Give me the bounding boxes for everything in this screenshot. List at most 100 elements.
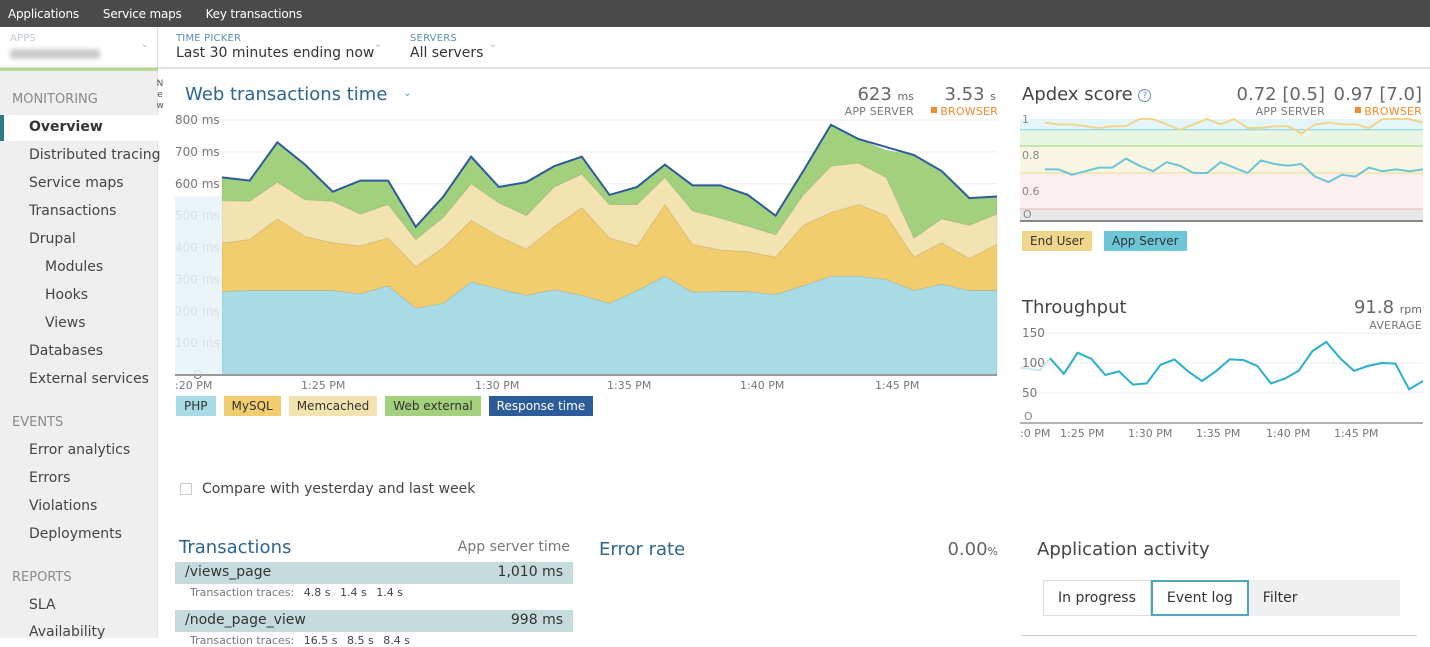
trace-link[interactable]: 8.4 s xyxy=(383,634,410,647)
web-transactions-legend: PHP MySQL Memcached Web external Respons… xyxy=(176,396,594,416)
trace-link[interactable]: 4.8 s xyxy=(304,586,331,599)
throughput-metric: 91.8 rpm xyxy=(1330,297,1422,318)
sidebar-section-reports: REPORTS xyxy=(12,570,72,585)
help-icon[interactable]: ? xyxy=(1138,89,1152,102)
top-nav: Applications Service maps Key transactio… xyxy=(0,0,1430,27)
trace-link[interactable]: 1.4 s xyxy=(376,586,403,599)
x-tick-label: 1:35 PM xyxy=(607,379,651,392)
nav-service-maps[interactable]: Service maps xyxy=(103,7,182,21)
legend-memcached[interactable]: Memcached xyxy=(288,396,378,416)
apps-picker[interactable]: APPS ⌄ xyxy=(0,27,158,71)
sidebar-item-overview[interactable]: Overview xyxy=(29,119,103,135)
transaction-traces: Transaction traces: 4.8 s 1.4 s 1.4 s xyxy=(190,586,403,599)
error-rate-unit: % xyxy=(987,545,998,558)
x-tick-label: 1:40 PM xyxy=(1266,427,1310,440)
servers-picker-value: All servers xyxy=(410,45,484,61)
legend-response-time[interactable]: Response time xyxy=(488,396,594,416)
chevron-down-icon: ⌄ xyxy=(140,39,149,50)
transaction-name: /views_page xyxy=(185,564,272,580)
sidebar-item-external-services[interactable]: External services xyxy=(29,371,149,387)
throughput-title: Throughput xyxy=(1022,297,1127,318)
app-server-time-value: 623 xyxy=(857,84,892,105)
sidebar-section-monitoring: MONITORING xyxy=(12,92,98,107)
legend-app-server[interactable]: App Server xyxy=(1103,231,1187,251)
web-transactions-chart[interactable]: O100 ms200 ms300 ms400 ms500 ms600 ms700… xyxy=(175,112,1000,392)
sidebar-item-views[interactable]: Views xyxy=(45,315,86,331)
trace-link[interactable]: 8.5 s xyxy=(347,634,374,647)
band-good xyxy=(1020,129,1423,146)
y-tick-label: 0.6 xyxy=(1022,185,1040,198)
transactions-column-header: App server time xyxy=(457,539,570,555)
sidebar-item-distributed-tracing[interactable]: Distributed tracing xyxy=(29,147,160,163)
new-badge-letter: w xyxy=(156,101,164,111)
sidebar-item-deployments[interactable]: Deployments xyxy=(29,526,122,542)
picker-bar: APPS ⌄ TIME PICKER Last 30 minutes endin… xyxy=(0,27,1430,71)
compare-checkbox[interactable] xyxy=(180,483,192,495)
sidebar-item-transactions[interactable]: Transactions xyxy=(29,203,116,219)
apps-picker-value-redacted xyxy=(10,49,100,59)
traces-label: Transaction traces: xyxy=(190,634,295,647)
browser-color-square xyxy=(1355,107,1362,113)
time-picker[interactable]: TIME PICKER Last 30 minutes ending now ⌄ xyxy=(166,27,390,69)
time-picker-value: Last 30 minutes ending now xyxy=(176,45,375,61)
throughput-chart[interactable]: 15010050O:0 PM 1:25 PM 1:30 PM 1:35 PM 1:40 … xyxy=(1020,326,1425,441)
transactions-title[interactable]: Transactions xyxy=(179,537,291,558)
transaction-time: 998 ms xyxy=(510,612,563,628)
web-transactions-title-text: Web transactions time xyxy=(185,84,388,105)
app-server-time-unit: ms xyxy=(897,90,914,103)
error-rate-title[interactable]: Error rate xyxy=(599,539,685,560)
apdex-app-server-value: 0.72 [0.5] xyxy=(1236,84,1325,105)
transaction-row[interactable]: /views_page 1,010 ms xyxy=(175,562,573,584)
throughput-value: 91.8 xyxy=(1353,297,1395,318)
compare-checkbox-row[interactable]: Compare with yesterday and last week xyxy=(180,481,475,497)
earlier-data-overlay xyxy=(175,196,222,375)
band-unacceptable xyxy=(1020,209,1423,221)
sidebar-item-error-analytics[interactable]: Error analytics xyxy=(29,442,130,458)
chevron-down-icon[interactable]: ⌄ xyxy=(403,88,411,99)
sidebar-item-modules[interactable]: Modules xyxy=(45,259,103,275)
sidebar-item-hooks[interactable]: Hooks xyxy=(45,287,88,303)
traces-label: Transaction traces: xyxy=(190,586,295,599)
browser-time-metric: 3.53 s xyxy=(920,84,996,105)
application-activity-title: Application activity xyxy=(1037,539,1210,560)
tab-in-progress[interactable]: In progress xyxy=(1043,580,1151,616)
x-tick-label: 1:25 PM xyxy=(301,379,345,392)
sidebar-item-violations[interactable]: Violations xyxy=(29,498,97,514)
x-tick-label: 1:40 PM xyxy=(740,379,784,392)
y-tick-label: 700 ms xyxy=(175,145,220,159)
y-tick-label: 800 ms xyxy=(175,113,220,127)
browser-time-value: 3.53 xyxy=(944,84,985,105)
legend-web-external[interactable]: Web external xyxy=(385,396,481,416)
transaction-row[interactable]: /node_page_view 998 ms xyxy=(175,610,573,632)
servers-picker[interactable]: SERVERS All servers ⌄ xyxy=(400,27,505,69)
web-transactions-title[interactable]: Web transactions time ⌄ xyxy=(185,84,412,105)
throughput-unit: rpm xyxy=(1399,303,1422,316)
nav-applications[interactable]: Applications xyxy=(8,7,79,21)
apdex-chart[interactable]: 1 0.8 0.6 O xyxy=(1020,115,1425,227)
new-badge: N e w xyxy=(156,79,164,112)
apdex-legend: End User App Server xyxy=(1022,231,1187,251)
legend-php[interactable]: PHP xyxy=(176,396,216,416)
trace-link[interactable]: 1.4 s xyxy=(340,586,367,599)
apdex-title: Apdex score ? xyxy=(1022,84,1152,105)
x-tick-label: :0 PM xyxy=(1020,427,1050,440)
y-tick-label: O xyxy=(1024,410,1033,423)
line-throughput xyxy=(1049,340,1424,391)
legend-mysql[interactable]: MySQL xyxy=(223,396,281,416)
nav-key-transactions[interactable]: Key transactions xyxy=(206,7,303,21)
sidebar-item-databases[interactable]: Databases xyxy=(29,343,103,359)
y-tick-label: O xyxy=(1023,208,1032,221)
transaction-name: /node_page_view xyxy=(185,612,306,628)
transaction-time: 1,010 ms xyxy=(497,564,563,580)
chevron-down-icon: ⌄ xyxy=(488,39,497,50)
sidebar-item-sla[interactable]: SLA xyxy=(29,597,56,613)
trace-link[interactable]: 16.5 s xyxy=(304,634,338,647)
tab-filter[interactable]: Filter xyxy=(1249,580,1312,616)
sidebar-item-errors[interactable]: Errors xyxy=(29,470,70,486)
tab-event-log[interactable]: Event log xyxy=(1150,580,1249,616)
sidebar-item-drupal[interactable]: Drupal xyxy=(29,231,76,247)
x-tick-label: 1:45 PM xyxy=(875,379,919,392)
new-badge-letter: N xyxy=(156,79,164,89)
legend-end-user[interactable]: End User xyxy=(1022,231,1092,251)
sidebar-item-service-maps[interactable]: Service maps xyxy=(29,175,124,191)
